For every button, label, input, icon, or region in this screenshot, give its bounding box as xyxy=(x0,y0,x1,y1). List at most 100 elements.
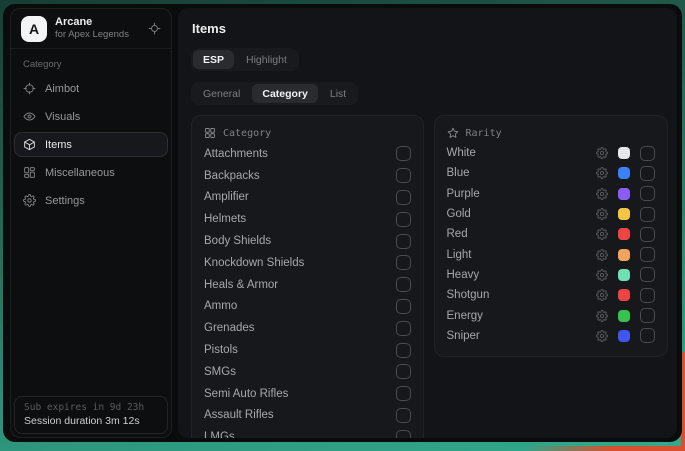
subscription-status-box: Sub expires in 9d 23h Session duration 3… xyxy=(14,396,168,434)
rarity-row-label: Purple xyxy=(447,188,597,200)
gear-icon[interactable] xyxy=(596,289,608,301)
app-subtitle: for Apex Legends xyxy=(55,29,129,41)
gear-icon[interactable] xyxy=(596,167,608,179)
category-row: Helmets xyxy=(204,208,411,230)
rarity-row-label: Light xyxy=(447,249,597,261)
category-row-label: Knockdown Shields xyxy=(204,257,304,269)
gear-icon[interactable] xyxy=(596,188,608,200)
category-row: Heals & Armor xyxy=(204,274,411,296)
rarity-color-swatch[interactable] xyxy=(618,269,630,281)
checkbox[interactable] xyxy=(640,227,655,242)
checkbox[interactable] xyxy=(396,299,411,314)
checkbox[interactable] xyxy=(396,364,411,379)
star-icon xyxy=(447,127,459,139)
checkbox[interactable] xyxy=(396,408,411,423)
checkbox[interactable] xyxy=(640,267,655,282)
rarity-color-swatch[interactable] xyxy=(618,249,630,261)
checkbox[interactable] xyxy=(640,166,655,181)
sidebar-item-miscellaneous[interactable]: Miscellaneous xyxy=(14,160,168,185)
checkbox[interactable] xyxy=(396,255,411,270)
tab-list[interactable]: List xyxy=(320,84,356,103)
checkbox[interactable] xyxy=(396,190,411,205)
checkbox[interactable] xyxy=(396,343,411,358)
category-panel: Category AttachmentsBackpacksAmplifierHe… xyxy=(191,115,424,438)
rarity-row: White xyxy=(447,143,656,163)
gear-icon[interactable] xyxy=(596,249,608,261)
rarity-row: Red xyxy=(447,224,656,244)
grid-icon xyxy=(23,166,36,179)
checkbox[interactable] xyxy=(396,277,411,292)
checkbox[interactable] xyxy=(396,386,411,401)
rarity-row: Shotgun xyxy=(447,285,656,305)
mode-esp[interactable]: ESP xyxy=(193,50,234,69)
checkbox[interactable] xyxy=(640,308,655,323)
rarity-list: WhiteBluePurpleGoldRedLightHeavyShotgunE… xyxy=(447,143,656,346)
rarity-row: Purple xyxy=(447,184,656,204)
category-row: Body Shields xyxy=(204,230,411,252)
checkbox[interactable] xyxy=(396,430,411,438)
rarity-row: Gold xyxy=(447,204,656,224)
rarity-row-label: Energy xyxy=(447,310,597,322)
category-row: Amplifier xyxy=(204,187,411,209)
sidebar-item-visuals[interactable]: Visuals xyxy=(14,104,168,129)
checkbox[interactable] xyxy=(640,288,655,303)
category-row-label: Body Shields xyxy=(204,235,271,247)
category-row-label: LMGs xyxy=(204,431,235,438)
category-row-label: Heals & Armor xyxy=(204,279,278,291)
checkbox[interactable] xyxy=(640,328,655,343)
category-row-label: Pistols xyxy=(204,344,238,356)
app-logo: A xyxy=(21,16,47,42)
gear-icon[interactable] xyxy=(596,228,608,240)
checkbox[interactable] xyxy=(396,321,411,336)
mode-highlight[interactable]: Highlight xyxy=(236,50,297,69)
sidebar-item-aimbot[interactable]: Aimbot xyxy=(14,76,168,101)
sidebar-item-label: Aimbot xyxy=(45,83,79,95)
sidebar-nav: Aimbot Visuals Items Miscellaneous Settings xyxy=(11,76,171,216)
checkbox[interactable] xyxy=(396,146,411,161)
rarity-row-label: Gold xyxy=(447,208,597,220)
gear-icon[interactable] xyxy=(596,330,608,342)
checkbox[interactable] xyxy=(396,212,411,227)
sidebar-item-settings[interactable]: Settings xyxy=(14,188,168,213)
rarity-color-swatch[interactable] xyxy=(618,167,630,179)
tab-category[interactable]: Category xyxy=(252,84,318,103)
checkbox[interactable] xyxy=(640,207,655,222)
rarity-color-swatch[interactable] xyxy=(618,330,630,342)
checkbox[interactable] xyxy=(640,247,655,262)
category-row-label: SMGs xyxy=(204,366,236,378)
rarity-color-swatch[interactable] xyxy=(618,147,630,159)
category-row: Ammo xyxy=(204,296,411,318)
checkbox[interactable] xyxy=(396,234,411,249)
category-panel-title: Category xyxy=(223,128,271,139)
sidebar-item-label: Visuals xyxy=(45,111,80,123)
gear-icon[interactable] xyxy=(596,310,608,322)
rarity-color-swatch[interactable] xyxy=(618,228,630,240)
rarity-color-swatch[interactable] xyxy=(618,310,630,322)
rarity-panel-header: Rarity xyxy=(447,123,656,143)
category-panel-header: Category xyxy=(204,123,411,143)
rarity-color-swatch[interactable] xyxy=(618,208,630,220)
session-duration-text: Session duration 3m 12s xyxy=(24,415,158,427)
category-row-label: Helmets xyxy=(204,213,246,225)
sidebar-item-label: Settings xyxy=(45,195,85,207)
category-row-label: Backpacks xyxy=(204,170,260,182)
checkbox[interactable] xyxy=(640,186,655,201)
target-icon[interactable] xyxy=(148,22,161,35)
rarity-color-swatch[interactable] xyxy=(618,289,630,301)
rarity-color-swatch[interactable] xyxy=(618,188,630,200)
sidebar-item-label: Miscellaneous xyxy=(45,167,115,179)
layout-grid-icon xyxy=(204,127,216,139)
category-row-label: Amplifier xyxy=(204,191,249,203)
gear-icon[interactable] xyxy=(596,208,608,220)
gear-icon[interactable] xyxy=(596,147,608,159)
crosshair-icon xyxy=(23,82,36,95)
tab-general[interactable]: General xyxy=(193,84,250,103)
page-title: Items xyxy=(192,21,668,36)
app-title: Arcane xyxy=(55,15,129,29)
checkbox[interactable] xyxy=(396,168,411,183)
gear-icon[interactable] xyxy=(596,269,608,281)
rarity-row: Energy xyxy=(447,305,656,325)
sidebar-item-items[interactable]: Items xyxy=(14,132,168,157)
checkbox[interactable] xyxy=(640,146,655,161)
rarity-panel-title: Rarity xyxy=(466,128,502,139)
